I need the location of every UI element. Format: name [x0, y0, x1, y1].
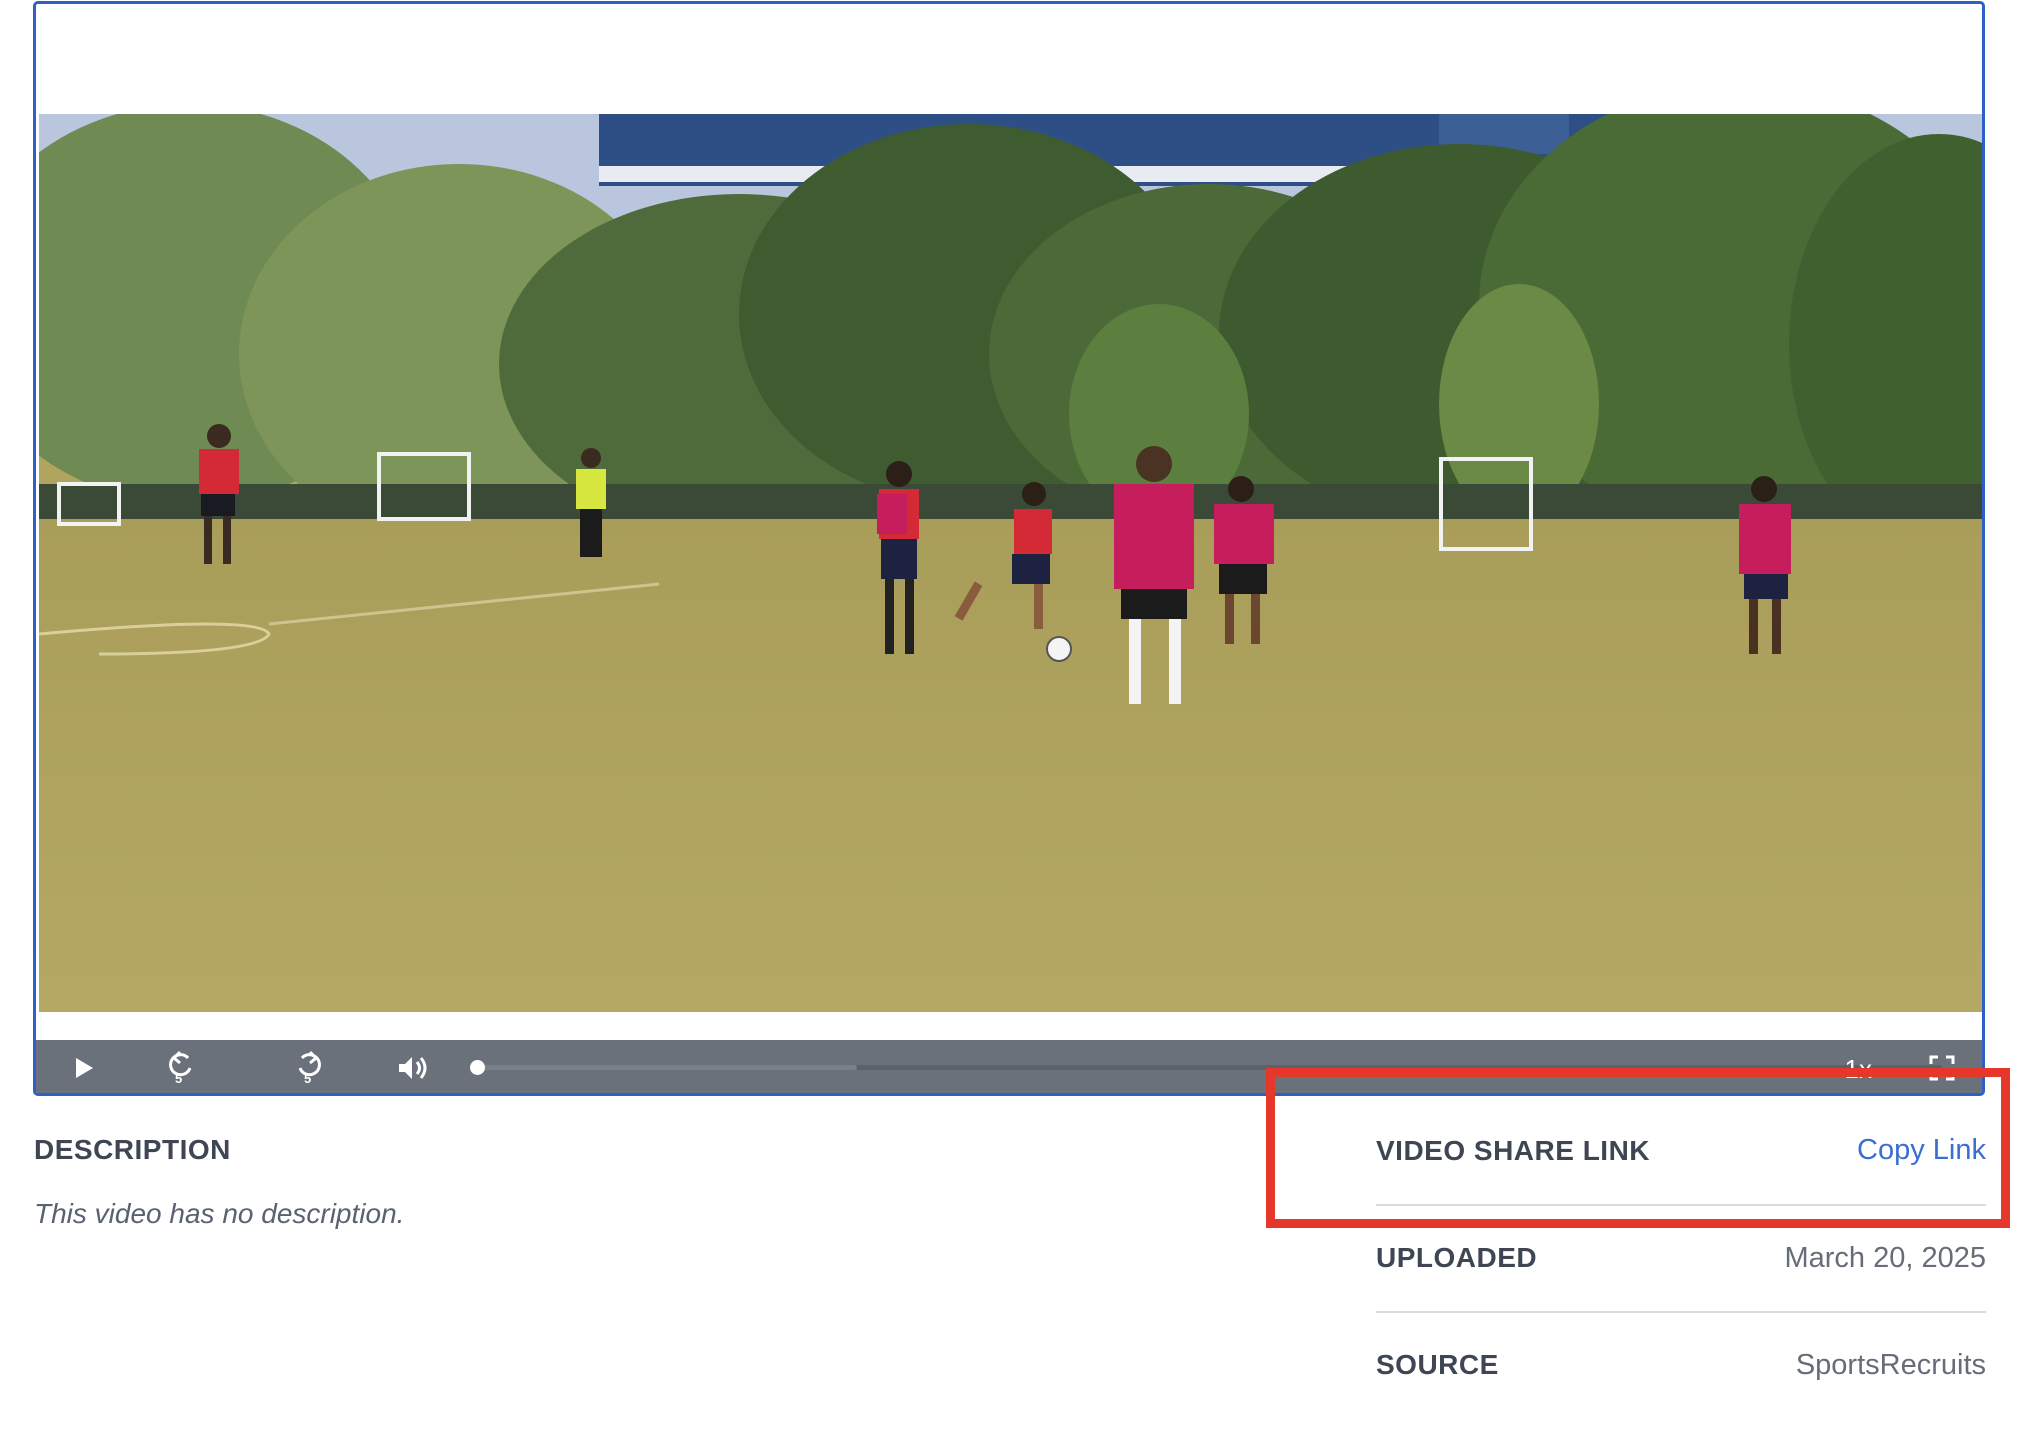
fullscreen-icon	[1929, 1055, 1955, 1081]
video-still	[39, 114, 1982, 1012]
page: 5 5 1x DESCRIPTION This video has no des…	[0, 0, 2022, 1438]
forward-5-icon: 5	[298, 1050, 321, 1086]
uploaded-value: March 20, 2025	[1784, 1242, 1986, 1274]
copy-link-button[interactable]: Copy Link	[1857, 1134, 1986, 1167]
source-value: SportsRecruits	[1795, 1349, 1986, 1381]
meta-row-share: VIDEO SHARE LINK Copy Link	[1376, 1099, 1986, 1206]
progress-handle[interactable]	[470, 1060, 485, 1075]
description-text: This video has no description.	[34, 1198, 405, 1229]
description-heading: DESCRIPTION	[34, 1134, 231, 1165]
uploaded-label: UPLOADED	[1376, 1242, 1538, 1273]
progress-buffer	[476, 1065, 858, 1070]
forward-5-button[interactable]: 5	[286, 1040, 332, 1093]
rewind-5-icon: 5	[169, 1050, 192, 1086]
meta-row-source: SOURCE SportsRecruits	[1376, 1313, 1986, 1418]
meta-row-uploaded: UPLOADED March 20, 2025	[1376, 1206, 1986, 1313]
video-player[interactable]: 5 5 1x	[33, 1, 1985, 1096]
player-controls: 5 5 1x	[36, 1040, 1982, 1093]
playback-speed[interactable]: 1x	[1845, 1054, 1872, 1085]
video-meta-panel: VIDEO SHARE LINK Copy Link UPLOADED Marc…	[1376, 1099, 1986, 1418]
play-icon	[76, 1058, 93, 1078]
share-link-label: VIDEO SHARE LINK	[1376, 1135, 1651, 1166]
svg-text:5: 5	[304, 1071, 311, 1086]
play-button[interactable]	[64, 1040, 104, 1093]
video-frame[interactable]	[39, 114, 1982, 1012]
rewind-5-button[interactable]: 5	[158, 1040, 204, 1093]
progress-bar[interactable]	[470, 1060, 1942, 1075]
svg-text:5: 5	[175, 1071, 182, 1086]
volume-button[interactable]	[390, 1040, 436, 1093]
volume-icon	[399, 1057, 427, 1079]
fullscreen-button[interactable]	[1922, 1040, 1962, 1093]
source-label: SOURCE	[1376, 1349, 1499, 1380]
